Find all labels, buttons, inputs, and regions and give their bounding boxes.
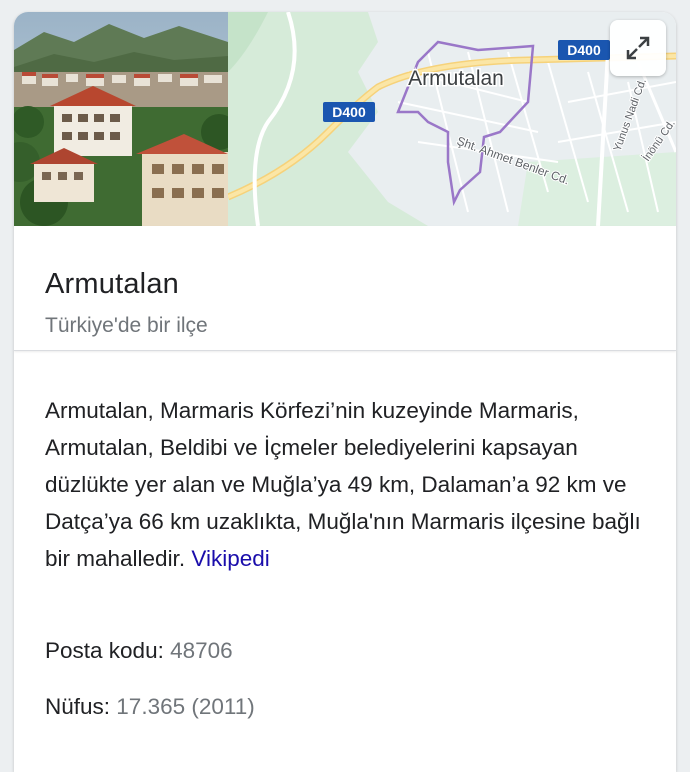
road-badge-label: D400 (567, 42, 601, 58)
place-photo-image (14, 12, 228, 226)
expand-icon (626, 36, 650, 60)
fact-population: Nüfus: 17.365 (2011) (45, 694, 255, 720)
location-map[interactable]: D400 D400 Armutalan Şht. Ahmet Benler Cd… (228, 12, 676, 226)
knowledge-panel: D400 D400 Armutalan Şht. Ahmet Benler Cd… (14, 12, 676, 772)
road-badge-label: D400 (332, 104, 366, 120)
fact-label: Posta kodu: (45, 638, 164, 663)
map-place-label: Armutalan (408, 67, 504, 90)
place-photo[interactable] (14, 12, 228, 226)
description: Armutalan, Marmaris Körfezi’nin kuzeyind… (45, 392, 645, 577)
wikipedia-link[interactable]: Vikipedi (191, 546, 269, 571)
title-block: Armutalan Türkiye'de bir ilçe (14, 226, 676, 351)
map-canvas: D400 D400 Armutalan Şht. Ahmet Benler Cd… (228, 12, 676, 226)
expand-map-button[interactable] (610, 20, 666, 76)
description-text: Armutalan, Marmaris Körfezi’nin kuzeyind… (45, 398, 641, 571)
road-badge-d400-left: D400 (323, 102, 375, 122)
fact-value: 48706 (170, 638, 233, 663)
fact-postal-code: Posta kodu: 48706 (45, 638, 233, 664)
fact-value: 17.365 (2011) (116, 694, 255, 719)
entity-subtitle: Türkiye'de bir ilçe (45, 314, 208, 337)
fact-label: Nüfus: (45, 694, 111, 719)
road-badge-d400-right: D400 (558, 40, 610, 60)
entity-title: Armutalan (45, 268, 179, 300)
